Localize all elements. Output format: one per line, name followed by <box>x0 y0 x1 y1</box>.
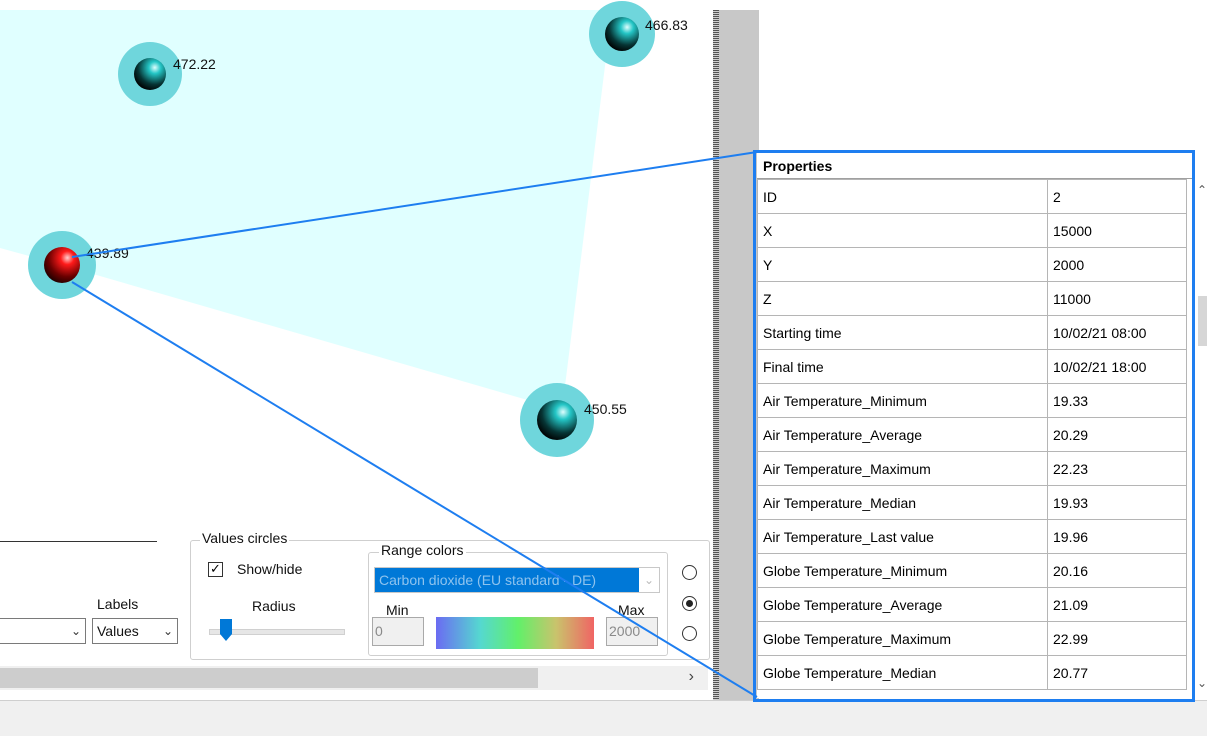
node-value-label: 466.83 <box>645 17 688 33</box>
property-name: X <box>757 213 1048 248</box>
show-hide-label: Show/hide <box>237 561 303 577</box>
property-row[interactable]: Air Temperature_Last value 19.96 <box>757 519 1187 554</box>
property-value[interactable]: 22.99 <box>1047 621 1187 656</box>
property-value[interactable]: 20.16 <box>1047 553 1187 588</box>
property-value[interactable]: 2000 <box>1047 247 1187 282</box>
max-label: Max <box>618 602 645 618</box>
property-name: Y <box>757 247 1048 282</box>
property-name: Globe Temperature_Average <box>757 587 1048 622</box>
property-name: Air Temperature_Last value <box>757 519 1048 554</box>
property-row[interactable]: Final time 10/02/21 18:00 <box>757 349 1187 384</box>
node-value-label: 472.22 <box>173 56 216 72</box>
sensor-node[interactable] <box>589 1 655 67</box>
layer-select[interactable]: ⌄ <box>0 618 86 644</box>
show-hide-checkbox[interactable]: ✓ <box>208 562 223 577</box>
property-row[interactable]: ID 2 <box>757 179 1187 214</box>
min-input[interactable]: 0 <box>372 617 424 646</box>
divider <box>0 541 157 542</box>
labels-select-value: Values <box>97 623 139 639</box>
property-row[interactable]: Air Temperature_Average 20.29 <box>757 417 1187 452</box>
range-colors-title: Range colors <box>379 542 466 558</box>
property-value[interactable]: 22.23 <box>1047 451 1187 486</box>
property-value[interactable]: 20.77 <box>1047 655 1187 690</box>
properties-header: Properties <box>757 153 1193 179</box>
property-row[interactable]: Starting time 10/02/21 08:00 <box>757 315 1187 350</box>
radius-label: Radius <box>252 598 296 614</box>
property-value[interactable]: 2 <box>1047 179 1187 214</box>
sensor-node-selected[interactable] <box>28 231 96 299</box>
property-name: Air Temperature_Maximum <box>757 451 1048 486</box>
labels-select[interactable]: Values ⌄ <box>92 618 178 644</box>
max-input[interactable]: 2000 <box>606 617 658 646</box>
min-label: Min <box>386 602 409 618</box>
property-row[interactable]: Globe Temperature_Average 21.09 <box>757 587 1187 622</box>
property-row[interactable]: X 15000 <box>757 213 1187 248</box>
property-value[interactable]: 11000 <box>1047 281 1187 316</box>
properties-grid[interactable]: Properties ID 2 X 15000 Y 2000 Z 11000 Starting … <box>757 153 1193 698</box>
mode-radio-1[interactable] <box>682 565 697 580</box>
sensor-node[interactable] <box>118 42 182 106</box>
property-row[interactable]: Z 11000 <box>757 281 1187 316</box>
property-name: Air Temperature_Median <box>757 485 1048 520</box>
property-name: Globe Temperature_Minimum <box>757 553 1048 588</box>
color-range-gradient <box>436 617 594 649</box>
property-value[interactable]: 21.09 <box>1047 587 1187 622</box>
scroll-up-icon[interactable]: ⌃ <box>1197 183 1207 197</box>
labels-title: Labels <box>97 596 139 612</box>
property-name: Z <box>757 281 1048 316</box>
property-name: Globe Temperature_Maximum <box>757 621 1048 656</box>
side-panel-background <box>719 10 759 700</box>
mode-radio-3[interactable] <box>682 626 697 641</box>
property-value[interactable]: 20.29 <box>1047 417 1187 452</box>
chevron-down-icon: ⌄ <box>639 568 659 592</box>
node-value-label: 439.89 <box>86 245 129 261</box>
property-row[interactable]: Globe Temperature_Median 20.77 <box>757 655 1187 690</box>
sensor-node[interactable] <box>520 383 594 457</box>
values-circles-title: Values circles <box>200 530 290 546</box>
property-name: Starting time <box>757 315 1048 350</box>
range-colors-value: Carbon dioxide (EU standard - DE) <box>379 572 597 588</box>
property-name: Final time <box>757 349 1048 384</box>
property-name: Globe Temperature_Median <box>757 655 1048 690</box>
chevron-right-icon[interactable]: › <box>689 668 694 686</box>
chevron-down-icon: ⌄ <box>70 624 81 638</box>
node-value-label: 450.55 <box>584 401 627 417</box>
status-bar <box>0 700 1207 736</box>
mode-radio-2[interactable] <box>682 596 697 611</box>
property-name: Air Temperature_Minimum <box>757 383 1048 418</box>
property-value[interactable]: 10/02/21 18:00 <box>1047 349 1187 384</box>
vertical-scrollbar-thumb[interactable] <box>1198 296 1207 346</box>
coverage-area <box>0 10 612 410</box>
radius-slider-thumb[interactable] <box>220 619 232 641</box>
scrollbar-thumb[interactable] <box>0 668 538 688</box>
property-value[interactable]: 15000 <box>1047 213 1187 248</box>
property-name: Air Temperature_Average <box>757 417 1048 452</box>
properties-table: ID 2 X 15000 Y 2000 Z 11000 Starting time 10/02/2… <box>757 179 1187 690</box>
property-name: ID <box>757 179 1048 214</box>
property-row[interactable]: Air Temperature_Maximum 22.23 <box>757 451 1187 486</box>
property-row[interactable]: Globe Temperature_Maximum 22.99 <box>757 621 1187 656</box>
property-value[interactable]: 19.96 <box>1047 519 1187 554</box>
chevron-down-icon: ⌄ <box>162 624 173 638</box>
property-row[interactable]: Air Temperature_Minimum 19.33 <box>757 383 1187 418</box>
scroll-down-icon[interactable]: ⌄ <box>1197 676 1207 690</box>
horizontal-scrollbar[interactable]: › <box>0 666 708 690</box>
range-colors-select[interactable]: Carbon dioxide (EU standard - DE) ⌄ <box>374 567 660 593</box>
property-row[interactable]: Air Temperature_Median 19.93 <box>757 485 1187 520</box>
property-row[interactable]: Globe Temperature_Minimum 20.16 <box>757 553 1187 588</box>
property-value[interactable]: 10/02/21 08:00 <box>1047 315 1187 350</box>
property-value[interactable]: 19.33 <box>1047 383 1187 418</box>
property-row[interactable]: Y 2000 <box>757 247 1187 282</box>
property-value[interactable]: 19.93 <box>1047 485 1187 520</box>
